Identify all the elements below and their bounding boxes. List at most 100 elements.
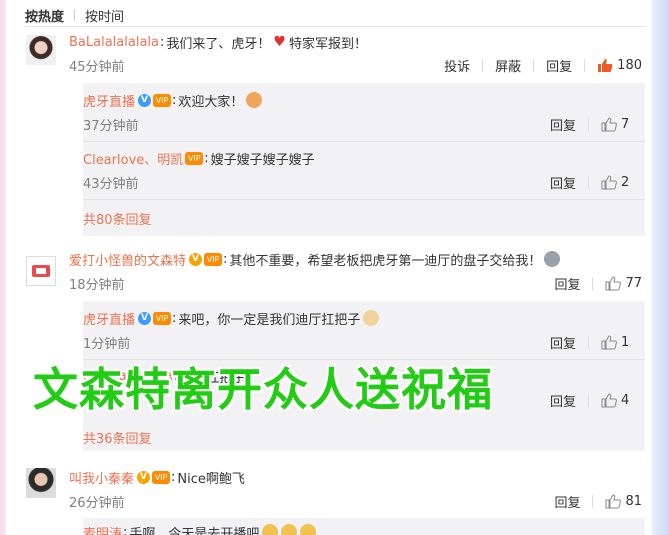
colon: : bbox=[204, 150, 209, 166]
action-divider bbox=[588, 176, 589, 189]
reply-box: 麦明涛 : 手啊，今天是去开播吧 bbox=[83, 518, 645, 535]
reply-button[interactable]: 回复 bbox=[550, 173, 576, 192]
emoji-icon bbox=[363, 310, 380, 326]
comment-text: 其他不重要，希望老板把虎牙第一迪厅的盘子交给我！ bbox=[229, 253, 542, 269]
comment-actions: 回复 81 bbox=[554, 492, 642, 511]
vip-badge-icon: VIP bbox=[204, 252, 223, 266]
action-divider bbox=[592, 277, 594, 290]
vip-badge-icon: VIP bbox=[153, 311, 172, 325]
colon: : bbox=[159, 34, 165, 50]
report-button[interactable]: 投诉 bbox=[444, 56, 470, 75]
like-icon[interactable] bbox=[605, 494, 622, 509]
emoji-icon bbox=[300, 524, 317, 535]
reply-box: 虎牙直播 V VIP : 欢迎大家！ 37分钟前 回复 7 Clearlove、… bbox=[83, 83, 645, 236]
comment-line: 叫我小秦秦 V VIP : Nice啊鲍飞 bbox=[69, 468, 245, 487]
reply-actions: 回复 1 bbox=[550, 333, 635, 352]
reply-time: 1分钟前 bbox=[83, 337, 131, 352]
like-icon[interactable] bbox=[601, 335, 617, 350]
like-count: 4 bbox=[621, 393, 630, 408]
comment-username[interactable]: BaLalalalalala bbox=[69, 35, 159, 50]
colon: : bbox=[123, 524, 128, 535]
like-count: 77 bbox=[625, 276, 642, 291]
reply-button[interactable]: 回复 bbox=[546, 56, 572, 75]
reply-actions: 回复 2 bbox=[550, 173, 635, 192]
reply-text: 嫂子嫂子嫂子嫂子 bbox=[210, 152, 315, 168]
comment-time: 26分钟前 bbox=[69, 496, 125, 511]
reply-actions: 回复 7 bbox=[550, 115, 635, 134]
comment-line: BaLalalalalala : 我们来了、虎牙！ ♥ 特家军报到！ bbox=[69, 33, 367, 52]
emoji-icon bbox=[281, 524, 298, 535]
more-replies-link[interactable]: 共80条回复 bbox=[83, 209, 152, 228]
emoji-icon bbox=[246, 92, 263, 108]
reply-text: 来吧，你一定是我们迪厅扛把子 bbox=[178, 312, 361, 328]
colon: : bbox=[223, 251, 228, 267]
action-divider bbox=[482, 59, 484, 72]
reply-username[interactable]: 虎牙直播 bbox=[83, 91, 135, 110]
comment-text-cont: 特家军报到！ bbox=[288, 36, 367, 52]
action-divider bbox=[533, 59, 535, 72]
reply-line: 麦明涛 : 手啊，今天是去开播吧 bbox=[83, 523, 317, 535]
colon: : bbox=[172, 310, 177, 326]
colon: : bbox=[171, 469, 176, 485]
reply-button[interactable]: 回复 bbox=[550, 333, 576, 352]
divider bbox=[25, 26, 646, 27]
reply-time: 43分钟前 bbox=[83, 177, 139, 192]
emoji-icon bbox=[544, 251, 561, 267]
reply-divider bbox=[83, 359, 645, 360]
comment-actions: 投诉 屏蔽 回复 180 bbox=[444, 56, 642, 75]
colon: : bbox=[172, 92, 177, 108]
reply-button[interactable]: 回复 bbox=[554, 492, 580, 511]
like-icon[interactable] bbox=[597, 58, 613, 73]
reply-text: 欢迎大家！ bbox=[178, 94, 244, 110]
reply-divider bbox=[83, 141, 645, 142]
reply-username[interactable]: 虎牙直播 bbox=[83, 309, 135, 328]
reply-time: 37分钟前 bbox=[83, 119, 139, 134]
comment-username[interactable]: 爱打小怪兽的文森特 bbox=[69, 250, 186, 269]
comment-panel: 按热度 按时间 BaLalalalalala : 我们来了、虎牙！ ♥ 特家军报… bbox=[6, 0, 652, 535]
reply-username[interactable]: 麦明涛 bbox=[83, 523, 122, 535]
sort-bar: 按热度 按时间 bbox=[25, 5, 124, 25]
action-divider bbox=[588, 336, 589, 349]
avatar-shape bbox=[36, 268, 46, 274]
reply-text: 手啊，今天是去开播吧 bbox=[129, 526, 260, 535]
heart-icon: ♥ bbox=[273, 34, 286, 50]
reply-line: 虎牙直播 V VIP : 欢迎大家！ bbox=[83, 91, 263, 110]
vip-badge-icon: VIP bbox=[185, 151, 204, 165]
like-count: 81 bbox=[625, 494, 642, 509]
comment-line: 爱打小怪兽的文森特 V VIP : 其他不重要，希望老板把虎牙第一迪厅的盘子交给… bbox=[69, 250, 561, 269]
reply-button[interactable]: 回复 bbox=[550, 115, 576, 134]
emoji-icon bbox=[262, 524, 279, 535]
overlay-caption: 文森特离开众人送祝福 bbox=[33, 363, 494, 416]
vip-badge-icon: VIP bbox=[152, 470, 171, 484]
like-count: 2 bbox=[621, 175, 630, 190]
like-icon[interactable] bbox=[605, 276, 622, 291]
like-count: 1 bbox=[621, 335, 630, 350]
reply-username[interactable]: Clearlove、明凯 bbox=[83, 149, 183, 168]
comment-text: Nice啊鲍飞 bbox=[177, 471, 245, 487]
comment-actions: 回复 77 bbox=[554, 274, 642, 293]
verified-badge-icon: V bbox=[189, 252, 203, 266]
reply-line: Clearlove、明凯 VIP : 嫂子嫂子嫂子嫂子 bbox=[83, 149, 315, 168]
sort-by-time[interactable]: 按时间 bbox=[85, 6, 124, 25]
comment-time: 45分钟前 bbox=[69, 60, 125, 75]
comment-username[interactable]: 叫我小秦秦 bbox=[69, 468, 134, 487]
sort-divider bbox=[74, 9, 76, 21]
sort-by-hot[interactable]: 按热度 bbox=[25, 6, 64, 25]
like-count: 7 bbox=[621, 117, 630, 132]
action-divider bbox=[588, 118, 589, 131]
like-icon[interactable] bbox=[601, 175, 617, 190]
avatar[interactable] bbox=[26, 468, 56, 498]
comment-text: 我们来了、虎牙！ bbox=[166, 36, 271, 52]
reply-button[interactable]: 回复 bbox=[554, 274, 580, 293]
more-replies-link[interactable]: 共36条回复 bbox=[83, 428, 152, 447]
vip-badge-icon: VIP bbox=[153, 93, 172, 107]
action-divider bbox=[592, 495, 594, 508]
verified-badge-icon: V bbox=[138, 93, 152, 107]
avatar[interactable] bbox=[26, 256, 56, 286]
avatar[interactable] bbox=[26, 35, 56, 65]
block-button[interactable]: 屏蔽 bbox=[495, 56, 521, 75]
reply-line: 虎牙直播 V VIP : 来吧，你一定是我们迪厅扛把子 bbox=[83, 309, 380, 328]
like-icon[interactable] bbox=[601, 393, 617, 408]
like-icon[interactable] bbox=[601, 117, 617, 132]
action-divider bbox=[584, 59, 586, 72]
